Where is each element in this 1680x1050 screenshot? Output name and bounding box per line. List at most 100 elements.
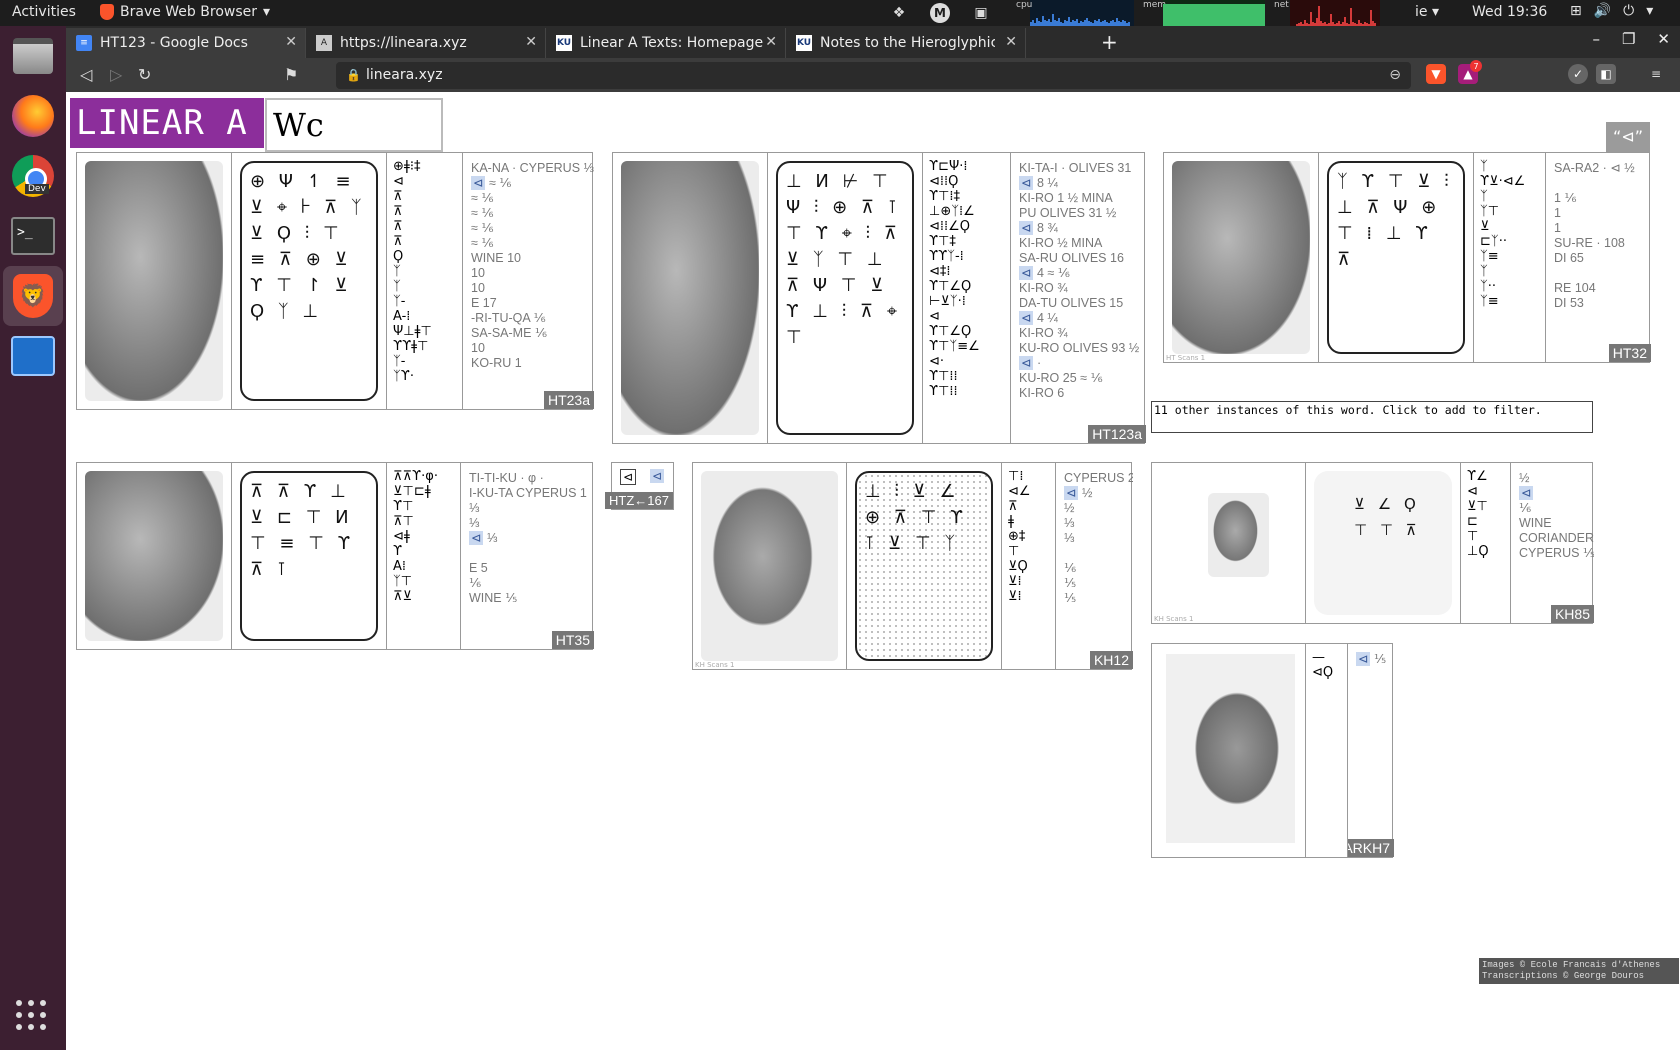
app-menu[interactable]: Brave Web Browser ▾ bbox=[100, 4, 270, 20]
tablet-label[interactable]: HT35 bbox=[551, 631, 594, 649]
tablet-drawing[interactable]: ⊕ Ψ ↿ ≡ ⊻ ⌖ 𐘀 ⊼ ᛉ ⊻ Ϙ ⫶ ⊤ ≡ ⊼ ⊕ ⊻ ϒ ⊤ ↾ … bbox=[232, 153, 387, 409]
tablet-drawing-image: ⊕ Ψ ↿ ≡ ⊻ ⌖ 𐘀 ⊼ ᛉ ⊻ Ϙ ⫶ ⊤ ≡ ⊼ ⊕ ⊻ ϒ ⊤ ↾ … bbox=[240, 161, 378, 401]
dock-brave[interactable]: 🦁 bbox=[3, 266, 63, 326]
transliteration-line: ⊲ ⅕ bbox=[1356, 652, 1387, 666]
volume-icon[interactable]: 🔊 bbox=[1594, 3, 1611, 19]
highlighted-sign[interactable]: ⊲ bbox=[1019, 311, 1034, 325]
tab-lineara[interactable]: A https://lineara.xyz ✕ bbox=[306, 28, 546, 58]
chevron-down-icon[interactable]: ▾ bbox=[1646, 3, 1653, 19]
highlighted-sign[interactable]: ⊲ bbox=[1356, 652, 1371, 666]
close-icon[interactable]: ✕ bbox=[525, 34, 537, 50]
zoom-icon[interactable]: ⊖ bbox=[1389, 62, 1401, 89]
tablet-drawing-image: ⊼ ⊼ ϒ ⊥ ⊻ ⊏ ⊤ Ͷ ⊤ ≡ ⊤ ϒ ⊼ ⊺ bbox=[240, 471, 378, 641]
cpu-monitor[interactable]: cpu bbox=[1016, 0, 1134, 26]
brave-shields-icon[interactable]: ▼ bbox=[1426, 64, 1446, 84]
extension-icon[interactable]: ✓ bbox=[1568, 64, 1588, 84]
tablet-card-ht123a[interactable]: ⊥ Ͷ ⊬ ⊤ Ψ ⫶ ⊕ ⊼ ⊺ ⊤ ϒ ⌖ ⫶ ⊼ ⊻ ᛉ ⊤ ⊥ ⊼ Ψ … bbox=[612, 152, 1146, 444]
transliteration-line: ⊲ ½ bbox=[1064, 486, 1093, 500]
tablet-drawing[interactable]: ⊥ ⫶ ⊻ ∠ ⊕ ⊼ ⊤ ϒ ⊺ ⊻ ⊤ ᛉ bbox=[847, 463, 1002, 669]
tablet-photo[interactable] bbox=[77, 463, 232, 649]
tab-notes-hieroglyphic[interactable]: KU Notes to the Hieroglyphic S ✕ bbox=[786, 28, 1026, 58]
mail-indicator-icon[interactable]: M bbox=[930, 3, 950, 23]
show-applications-button[interactable] bbox=[16, 1000, 46, 1030]
back-icon[interactable]: ◁ bbox=[80, 65, 92, 84]
transliteration-line: DA-TU OLIVES 15 bbox=[1019, 296, 1124, 310]
tablet-photo[interactable] bbox=[1152, 644, 1306, 857]
tablet-photo[interactable] bbox=[613, 153, 768, 443]
tablet-label[interactable]: KH12 bbox=[1089, 651, 1133, 669]
tablet-drawing[interactable]: ⊥ Ͷ ⊬ ⊤ Ψ ⫶ ⊕ ⊼ ⊺ ⊤ ϒ ⌖ ⫶ ⊼ ⊻ ᛉ ⊤ ⊥ ⊼ Ψ … bbox=[768, 153, 923, 443]
highlighted-sign[interactable]: ⊲ bbox=[1019, 356, 1034, 370]
tablet-label[interactable]: HTZ←167 bbox=[605, 492, 673, 509]
tablet-card-ht23a[interactable]: ⊕ Ψ ↿ ≡ ⊻ ⌖ 𐘀 ⊼ ᛉ ⊻ Ϙ ⫶ ⊤ ≡ ⊼ ⊕ ⊻ ϒ ⊤ ↾ … bbox=[76, 152, 594, 410]
address-bar[interactable]: 🔒 lineara.xyz ⊖ bbox=[336, 62, 1411, 89]
power-icon[interactable]: ⏻ bbox=[1623, 3, 1634, 19]
close-icon[interactable]: ✕ bbox=[285, 34, 297, 50]
new-tab-button[interactable]: + bbox=[1101, 30, 1118, 54]
tab-ht123-google-docs[interactable]: ≡ HT123 - Google Docs ✕ bbox=[66, 28, 306, 58]
transliteration-line bbox=[1064, 621, 1129, 636]
tablet-photo-image bbox=[1166, 654, 1295, 843]
highlighted-sign[interactable]: ⊲ bbox=[1019, 221, 1034, 235]
transliteration-line: SA-SA-ME ⅙ bbox=[471, 326, 548, 340]
tablet-label[interactable]: HT32 bbox=[1608, 344, 1651, 362]
screenshot-icon[interactable]: ▣ bbox=[972, 4, 990, 22]
memory-monitor[interactable]: mem bbox=[1143, 0, 1265, 26]
image-credits-footer: Images © Ecole Francais d'Athenes Transc… bbox=[1479, 958, 1679, 984]
tablet-card-kh12[interactable]: KH Scans 1 ⊥ ⫶ ⊻ ∠ ⊕ ⊼ ⊤ ϒ ⊺ ⊻ ⊤ ᛉ ⊤⁞ ⊲∠… bbox=[692, 462, 1133, 670]
highlighted-sign[interactable]: ⊲ bbox=[1019, 176, 1034, 190]
highlighted-sign[interactable]: ⊲ bbox=[1519, 486, 1534, 500]
clock[interactable]: Wed 19:36 bbox=[1472, 4, 1547, 20]
network-icon[interactable]: ⊞ bbox=[1570, 3, 1582, 19]
site-logo[interactable]: LINEAR A bbox=[70, 98, 264, 148]
dock-chrome-dev[interactable]: Dev bbox=[9, 152, 57, 200]
dropbox-icon[interactable]: ❖ bbox=[890, 4, 908, 22]
tablet-photo[interactable]: KH Scans 1 bbox=[693, 463, 847, 669]
menu-icon[interactable]: ≡ bbox=[1646, 64, 1666, 84]
transliteration-line: KI-RO 1 ½ MINA bbox=[1019, 191, 1113, 205]
tablet-card-kh85[interactable]: KH Scans 1 ⊻ ∠ Ϙ ⊤ ⊤ ⊼ ϒ∠ ⊲ ⊻⊤ ⊏ ⊤ ⊥Ϙ ½ ⊲ ⅙… bbox=[1151, 462, 1594, 624]
tablet-drawing-image: ⊻ ∠ Ϙ ⊤ ⊤ ⊼ bbox=[1314, 471, 1452, 615]
tablet-card-ht32[interactable]: HT Scans 1 ᛉ ϒ ⊤ ⊻ ⫶ ⊥ ⊼ Ψ ⊕ ⊤ ⁞ ⊥ ϒ ⊼ ᛉ… bbox=[1163, 152, 1651, 363]
tablet-drawing[interactable]: ⊻ ∠ Ϙ ⊤ ⊤ ⊼ bbox=[1306, 463, 1461, 623]
close-icon[interactable]: ✕ bbox=[765, 34, 777, 50]
keyboard-language-indicator[interactable]: ie ▾ bbox=[1415, 4, 1439, 20]
other-instances-notice[interactable]: 11 other instances of this word. Click t… bbox=[1151, 401, 1593, 433]
tablet-label[interactable]: KH85 bbox=[1550, 605, 1594, 623]
tablet-label[interactable]: HT23a bbox=[543, 391, 594, 409]
tab-linear-a-texts[interactable]: KU Linear A Texts: Homepage ✕ bbox=[546, 28, 786, 58]
close-icon[interactable]: ✕ bbox=[1005, 34, 1017, 50]
tablet-photo[interactable]: KH Scans 1 bbox=[1152, 463, 1306, 623]
dock-files[interactable] bbox=[9, 32, 57, 80]
highlighted-sign[interactable]: ⊲ bbox=[1019, 266, 1034, 280]
transliteration-column: KA-NA · CYPERUS ⅓ ⊲ ≈ ⅙ ≈ ⅙ ≈ ⅙ ≈ ⅙ ≈ ⅙ WINE 1… bbox=[463, 153, 594, 409]
tablet-drawing[interactable]: ⊼ ⊼ ϒ ⊥ ⊻ ⊏ ⊤ Ͷ ⊤ ≡ ⊤ ϒ ⊼ ⊺ bbox=[232, 463, 387, 649]
network-monitor[interactable]: net bbox=[1274, 0, 1380, 26]
tablet-card-ht35[interactable]: ⊼ ⊼ ϒ ⊥ ⊻ ⊏ ⊤ Ͷ ⊤ ≡ ⊤ ϒ ⊼ ⊺ ⊼⊼ϒ·φ· ⊻⊤⊏ǂ … bbox=[76, 462, 594, 650]
search-input[interactable]: Wc bbox=[265, 98, 443, 152]
maximize-icon[interactable]: ❐ bbox=[1622, 30, 1635, 48]
highlighted-sign[interactable]: ⊲ bbox=[471, 176, 486, 190]
tablet-label[interactable]: ARKH7 bbox=[1348, 839, 1394, 857]
forward-icon[interactable]: ▷ bbox=[110, 65, 122, 84]
tablet-photo[interactable] bbox=[77, 153, 232, 409]
dock-terminal[interactable]: >_ bbox=[9, 212, 57, 260]
tablet-card-arkh7[interactable]: — ⊲Ϙ ⊲ ⅕ ARKH7 bbox=[1151, 643, 1394, 858]
quote-button[interactable]: “⊲” bbox=[1606, 122, 1650, 152]
close-window-icon[interactable]: ✕ bbox=[1657, 30, 1670, 48]
activities-button[interactable]: Activities bbox=[12, 4, 76, 20]
minimize-icon[interactable]: – bbox=[1592, 30, 1600, 48]
tablet-photo[interactable]: HT Scans 1 bbox=[1164, 153, 1319, 362]
dock-system-monitor[interactable] bbox=[9, 332, 57, 380]
highlighted-sign[interactable]: ⊲ bbox=[1064, 486, 1079, 500]
wallet-icon[interactable]: ◧ bbox=[1596, 64, 1616, 84]
dock-firefox[interactable] bbox=[9, 92, 57, 140]
highlighted-sign[interactable]: ⊲ bbox=[469, 531, 484, 545]
tablet-label[interactable]: HT123a bbox=[1088, 425, 1146, 443]
bookmark-icon[interactable]: ⚑ bbox=[284, 65, 298, 84]
reload-icon[interactable]: ↻ bbox=[138, 65, 151, 84]
transliteration-line: KI-RO ½ MINA bbox=[1019, 236, 1103, 250]
tablet-photo-image bbox=[85, 471, 223, 641]
tablet-card-htz167[interactable]: ⊲ ⊲ HTZ←167 bbox=[605, 462, 674, 510]
tablet-drawing[interactable]: ᛉ ϒ ⊤ ⊻ ⫶ ⊥ ⊼ Ψ ⊕ ⊤ ⁞ ⊥ ϒ ⊼ bbox=[1319, 153, 1474, 362]
